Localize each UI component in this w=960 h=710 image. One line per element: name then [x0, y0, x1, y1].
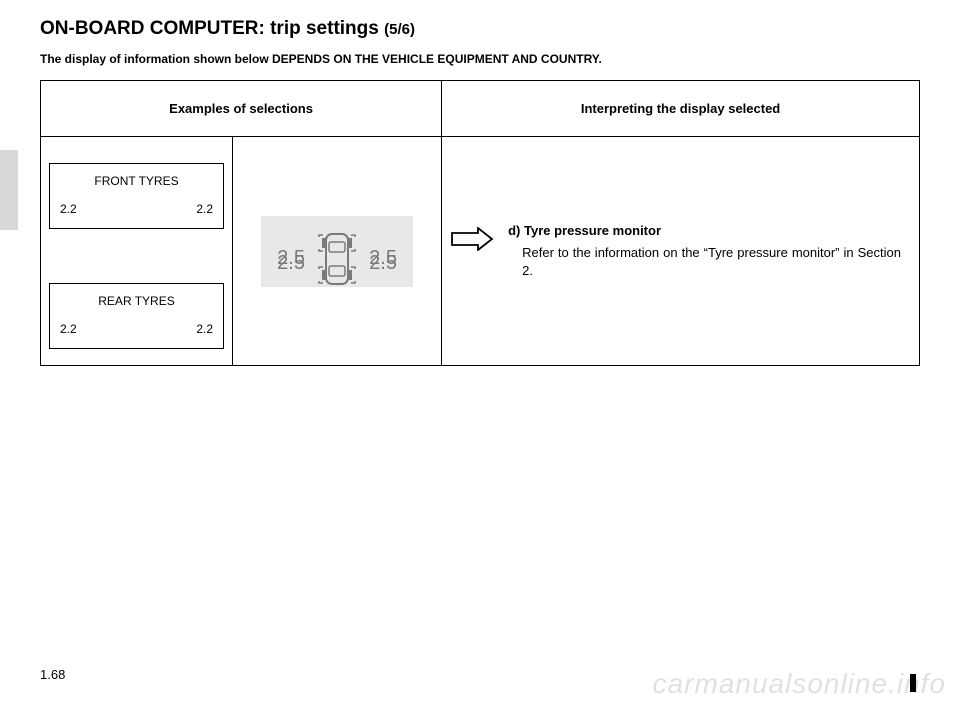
page-number: 1.68 — [40, 667, 65, 682]
rear-tyre-right: 2.2 — [196, 322, 213, 336]
rear-tyres-box: REAR TYRES 2.2 2.2 — [49, 283, 224, 349]
front-tyre-left: 2.2 — [60, 202, 77, 216]
rear-tyre-left: 2.2 — [60, 322, 77, 336]
corner-mark — [910, 674, 916, 692]
front-tyres-box: FRONT TYRES 2.2 2.2 — [49, 163, 224, 229]
interpretation-cell: d) Tyre pressure monitor Refer to the in… — [442, 137, 920, 366]
car-icon — [317, 228, 357, 290]
page-title: ON-BOARD COMPUTER: trip settings (5/6) — [40, 18, 920, 40]
page-indicator: (5/6) — [384, 21, 415, 38]
selection-cell-text: FRONT TYRES 2.2 2.2 REAR TYRES 2.2 2.2 — [41, 137, 233, 366]
car-rl-value: 2.5 — [271, 252, 311, 275]
interpretation-title: d) Tyre pressure monitor — [508, 223, 901, 238]
title-prefix: ON-BOARD COMPUTER: — [40, 18, 270, 39]
selection-cell-graphic: 2.5 — [233, 137, 442, 366]
watermark: carmanualsonline.info — [653, 668, 946, 700]
front-tyres-label: FRONT TYRES — [58, 174, 215, 188]
rear-tyres-label: REAR TYRES — [58, 294, 215, 308]
arrow-right-icon — [450, 227, 494, 251]
front-tyre-right: 2.2 — [196, 202, 213, 216]
settings-table: Examples of selections Interpreting the … — [40, 80, 920, 366]
car-rr-value: 2.5 — [363, 252, 403, 275]
title-main: trip settings — [270, 18, 379, 39]
car-display: 2.5 — [261, 216, 413, 287]
header-examples: Examples of selections — [41, 81, 442, 137]
subheading: The display of information shown below D… — [40, 52, 920, 66]
interpretation-body: Refer to the information on the “Tyre pr… — [508, 244, 901, 279]
header-interpreting: Interpreting the display selected — [442, 81, 920, 137]
side-tab — [0, 150, 18, 230]
